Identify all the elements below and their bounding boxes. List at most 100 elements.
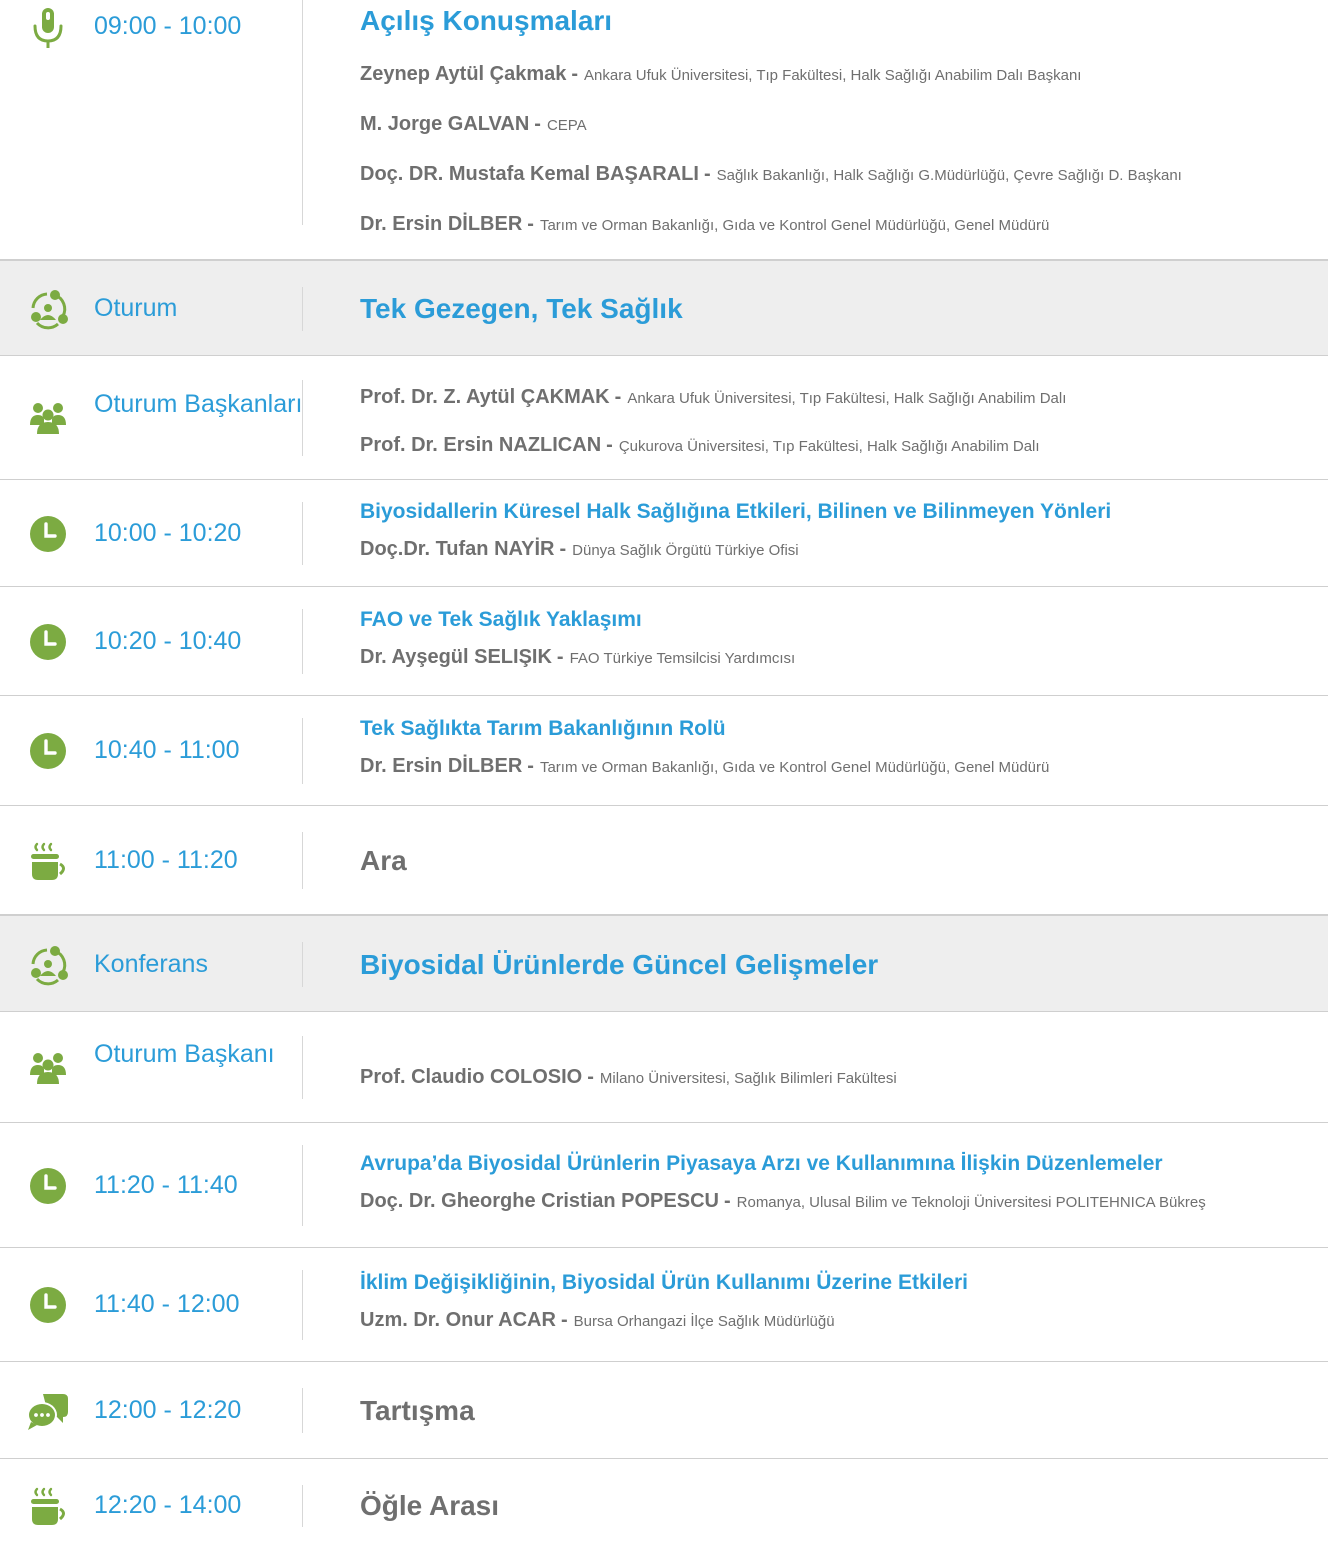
microphone-icon (25, 5, 71, 51)
time-slot: 10:40 - 11:00 (94, 736, 240, 764)
clock-icon (25, 728, 71, 774)
speaker-name: Prof. Claudio COLOSIO (360, 1066, 583, 1088)
program-schedule: 09:00 - 10:00 Açılış Konuşmaları Zeynep Ay… (0, 0, 1328, 1553)
speaker-affiliation: Ankara Ufuk Üniversitesi, Tıp Fakültesi,… (584, 67, 1082, 84)
column-divider (302, 832, 303, 889)
row-content: Avrupa’da Biyosidal Ürünlerin Piyasaya A… (360, 1148, 1324, 1224)
speaker-affiliation: Romanya, Ulusal Bilim ve Teknoloji Ünive… (736, 1194, 1206, 1211)
session-icon (25, 942, 71, 988)
speaker-name: Dr. Ayşegül SELIŞIK (360, 646, 552, 668)
people-icon (25, 395, 71, 441)
column-divider (302, 502, 303, 565)
column-divider (302, 1036, 303, 1099)
speaker-line: Zeynep Aytül Çakmak - Ankara Ufuk Üniversi… (360, 50, 1324, 100)
talk-title: Avrupa’da Biyosidal Ürünlerin Piyasaya A… (360, 1152, 1163, 1175)
speaker-name: Doç. Dr. Gheorghe Cristian POPESCU (360, 1190, 719, 1212)
schedule-row-chairs: Oturum Başkanı Prof. Claudio COLOSIO - Mila… (0, 1012, 1328, 1123)
speaker-affiliation: Sağlık Bakanlığı, Halk Sağlığı G.Müdürlü… (716, 167, 1182, 184)
column-divider (302, 287, 303, 331)
row-content: Biyosidallerin Küresel Halk Sağlığına Et… (360, 496, 1324, 572)
speaker-name: Zeynep Aytül Çakmak (360, 63, 567, 85)
talk-title: FAO ve Tek Sağlık Yaklaşımı (360, 608, 642, 631)
row-meta: 11:00 - 11:20 (0, 806, 304, 914)
time-slot: 11:40 - 12:00 (94, 1290, 240, 1318)
clock-icon (25, 1282, 71, 1328)
talk-title: İklim Değişikliğinin, Biyosidal Ürün Kul… (360, 1271, 968, 1294)
separator-dash: - (560, 1309, 568, 1331)
row-content: Açılış Konuşmaları Zeynep Aytül Çakmak - An… (360, 2, 1324, 250)
speaker-affiliation: Dünya Sağlık Örgütü Türkiye Ofisi (572, 542, 799, 559)
separator-dash: - (559, 538, 567, 560)
talk-title: Tek Sağlıkta Tarım Bakanlığının Rolü (360, 717, 726, 740)
speaker-name: Prof. Dr. Z. Aytül ÇAKMAK (360, 386, 610, 408)
chairs-label: Oturum Başkanları (94, 390, 303, 418)
speaker-line: Prof. Claudio COLOSIO - Milano Üniversites… (360, 1054, 1324, 1102)
row-content: Öğle Arası (360, 1486, 1324, 1526)
column-divider (302, 1485, 303, 1527)
schedule-row-break: 11:00 - 11:20 Ara (0, 806, 1328, 915)
separator-dash: - (606, 434, 613, 456)
separator-dash: - (556, 646, 564, 668)
row-content: Prof. Dr. Z. Aytül ÇAKMAK - Ankara Ufuk Ün… (360, 374, 1324, 470)
speaker-line: Dr. Ersin DİLBER - Tarım ve Orman Bakanlığ… (360, 745, 1324, 789)
speaker-line: M. Jorge GALVAN - CEPA (360, 100, 1324, 150)
time-slot: 12:00 - 12:20 (94, 1396, 242, 1424)
row-content: Tartışma (360, 1391, 1324, 1431)
time-slot: 12:20 - 14:00 (94, 1491, 242, 1519)
time-slot: 11:00 - 11:20 (94, 846, 238, 874)
row-content: Prof. Claudio COLOSIO - Milano Üniversites… (360, 1054, 1324, 1102)
row-meta: 10:40 - 11:00 (0, 696, 304, 805)
column-divider (302, 609, 303, 674)
session-label: Konferans (94, 950, 208, 978)
row-meta: Oturum (0, 261, 304, 355)
speaker-name: M. Jorge GALVAN (360, 113, 530, 135)
separator-dash: - (527, 755, 534, 777)
row-meta: 09:00 - 10:00 (0, 0, 304, 259)
speaker-line: Doç. DR. Mustafa Kemal BAŞARALI - Sağlık B… (360, 150, 1324, 200)
separator-dash: - (534, 113, 541, 135)
speaker-name: Prof. Dr. Ersin NAZLICAN (360, 434, 602, 456)
row-content: Tek Gezegen, Tek Sağlık (360, 289, 1324, 329)
discussion-icon (25, 1388, 71, 1434)
speaker-name: Uzm. Dr. Onur ACAR (360, 1309, 556, 1331)
row-meta: 11:40 - 12:00 (0, 1248, 304, 1361)
speaker-affiliation: FAO Türkiye Temsilcisi Yardımcısı (569, 650, 796, 667)
speaker-affiliation: Çukurova Üniversitesi, Tıp Fakültesi, Ha… (618, 438, 1040, 455)
schedule-row-talk: 11:20 - 11:40 Avrupa’da Biyosidal Ürünler… (0, 1123, 1328, 1248)
break-title: Öğle Arası (360, 1490, 500, 1521)
speaker-line: Uzm. Dr. Onur ACAR - Bursa Orhangazi İlçe … (360, 1299, 1324, 1343)
row-meta: 10:20 - 10:40 (0, 587, 304, 695)
column-divider (302, 942, 303, 987)
schedule-row-talk: 09:00 - 10:00 Açılış Konuşmaları Zeynep Ay… (0, 0, 1328, 260)
speaker-name: Doç.Dr. Tufan NAYİR (360, 538, 555, 560)
row-meta: 12:20 - 14:00 (0, 1459, 304, 1553)
people-icon (25, 1045, 71, 1091)
coffee-icon (25, 838, 71, 884)
schedule-row-talk: 10:00 - 10:20 Biyosidallerin Küresel Halk… (0, 480, 1328, 587)
schedule-row-talk: 10:40 - 11:00 Tek Sağlıkta Tarım Bakanlığ… (0, 696, 1328, 806)
session-title: Tek Gezegen, Tek Sağlık (360, 293, 683, 324)
time-slot: 11:20 - 11:40 (94, 1171, 238, 1199)
time-slot: 09:00 - 10:00 (94, 12, 242, 40)
talk-title: Biyosidallerin Küresel Halk Sağlığına Et… (360, 500, 1112, 523)
speaker-affiliation: Ankara Ufuk Üniversitesi, Tıp Fakültesi,… (627, 390, 1067, 407)
break-title: Tartışma (360, 1395, 475, 1426)
talk-title: Açılış Konuşmaları (360, 5, 613, 36)
schedule-row-talk: 11:40 - 12:00 İklim Değişikliğinin, Biyos… (0, 1248, 1328, 1362)
speaker-affiliation: Milano Üniversitesi, Sağlık Bilimleri Fa… (599, 1070, 897, 1087)
separator-dash: - (571, 63, 579, 85)
separator-dash: - (703, 163, 711, 185)
schedule-row-session: Oturum Tek Gezegen, Tek Sağlık (0, 260, 1328, 356)
coffee-icon (25, 1483, 71, 1529)
speaker-name: Doç. DR. Mustafa Kemal BAŞARALI (360, 163, 699, 185)
speaker-name: Dr. Ersin DİLBER (360, 755, 523, 777)
separator-dash: - (723, 1190, 731, 1212)
schedule-row-break: 12:00 - 12:20 Tartışma (0, 1362, 1328, 1459)
clock-icon (25, 619, 71, 665)
row-meta: Oturum Başkanları (0, 356, 304, 479)
speaker-name: Dr. Ersin DİLBER (360, 213, 523, 235)
schedule-row-chairs: Oturum Başkanları Prof. Dr. Z. Aytül ÇAKM… (0, 356, 1328, 480)
row-content: Tek Sağlıkta Tarım Bakanlığının Rolü Dr. … (360, 713, 1324, 789)
speaker-affiliation: Tarım ve Orman Bakanlığı, Gıda ve Kontro… (539, 217, 1050, 234)
break-title: Ara (360, 845, 407, 876)
